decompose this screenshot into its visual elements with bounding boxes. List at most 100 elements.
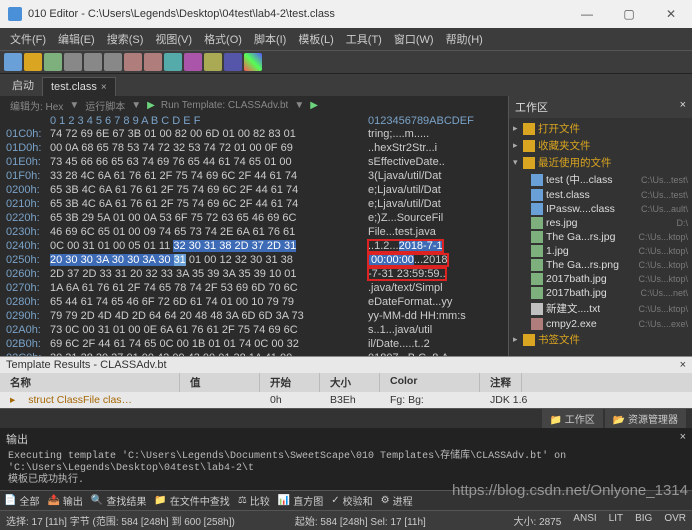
hex-icon[interactable] bbox=[224, 53, 242, 71]
hex-row[interactable]: 02A0h:73 0C 00 31 01 00 0E 6A 61 76 61 2… bbox=[6, 323, 508, 337]
maximize-button[interactable]: ▢ bbox=[608, 0, 650, 28]
file-icon bbox=[531, 189, 543, 201]
runscript-arrow[interactable]: ▼ bbox=[131, 100, 141, 111]
hex-rows[interactable]: 01C0h:74 72 69 6E 67 3B 01 00 82 00 6D 0… bbox=[6, 127, 508, 356]
bottomtab-all[interactable]: 📄 全部 bbox=[4, 493, 39, 508]
save-icon[interactable] bbox=[44, 53, 62, 71]
menu-help[interactable]: 帮助(H) bbox=[440, 28, 489, 50]
status-big[interactable]: BIG bbox=[635, 513, 652, 528]
workspace-file-item[interactable]: 2017bath.jpgC:\Us....net\ bbox=[509, 286, 692, 300]
workspace-close-icon[interactable]: × bbox=[680, 99, 686, 115]
workspace-file-item[interactable]: The Ga...rs.pngC:\Us...ktop\ bbox=[509, 258, 692, 272]
workspace-title-text: 工作区 bbox=[515, 99, 548, 115]
menu-search[interactable]: 搜索(S) bbox=[101, 28, 150, 50]
menu-format[interactable]: 格式(O) bbox=[198, 28, 248, 50]
output-body[interactable]: Executing template 'C:\Users\Legends\Doc… bbox=[6, 447, 686, 487]
workspace-file-item[interactable]: IPassw....classC:\Us...ault\ bbox=[509, 202, 692, 216]
close-button[interactable]: ✕ bbox=[650, 0, 692, 28]
hex-row[interactable]: 0280h:65 44 61 74 65 46 6F 72 6D 61 74 0… bbox=[6, 295, 508, 309]
launch-label[interactable]: 启动 bbox=[4, 74, 42, 96]
paste-icon[interactable] bbox=[104, 53, 122, 71]
workspace-body: ▸打开文件 ▸收藏夹文件 ▾最近使用的文件 test (中...classC:\… bbox=[509, 118, 692, 350]
ws-open-files[interactable]: ▸打开文件 bbox=[509, 120, 692, 137]
bottomtab-findfile[interactable]: 📁 在文件中查找 bbox=[154, 493, 229, 508]
file-tabbar: 启动 test.class × bbox=[0, 74, 692, 96]
bottomtab-compare[interactable]: ⚖ 比较 bbox=[238, 493, 270, 508]
hex-row[interactable]: 01C0h:74 72 69 6E 67 3B 01 00 82 00 6D 0… bbox=[6, 127, 508, 141]
bottomtab-findres[interactable]: 🔍 查找结果 bbox=[91, 493, 146, 508]
status-ovr[interactable]: OVR bbox=[664, 513, 686, 528]
hex-row[interactable]: 01D0h:00 0A 68 65 78 53 74 72 32 53 74 7… bbox=[6, 141, 508, 155]
status-ansi[interactable]: ANSI bbox=[573, 513, 596, 528]
workspace-file-item[interactable]: test.classC:\Us...test\ bbox=[509, 188, 692, 202]
ws-bookmark-files[interactable]: ▸书签文件 bbox=[509, 331, 692, 348]
ws-fav-files[interactable]: ▸收藏夹文件 bbox=[509, 137, 692, 154]
menu-window[interactable]: 窗口(W) bbox=[388, 28, 440, 50]
menu-template[interactable]: 模板(L) bbox=[292, 28, 339, 50]
copy-icon[interactable] bbox=[84, 53, 102, 71]
hex-row[interactable]: 0260h:2D 37 2D 33 31 20 32 33 3A 35 39 3… bbox=[6, 267, 508, 281]
workspace-file-item[interactable]: test (中...classC:\Us...test\ bbox=[509, 171, 692, 188]
output-close[interactable]: × bbox=[680, 431, 686, 447]
window-controls: — ▢ ✕ bbox=[566, 0, 692, 28]
menu-script[interactable]: 脚本(I) bbox=[248, 28, 292, 50]
redo-icon[interactable] bbox=[144, 53, 162, 71]
hex-row[interactable]: 0240h:0C 00 31 01 00 05 01 11 32 30 31 3… bbox=[6, 239, 508, 253]
palette-icon[interactable] bbox=[244, 53, 262, 71]
status-size: 大小: 2875 bbox=[513, 513, 561, 528]
template-results-close[interactable]: × bbox=[680, 359, 686, 371]
hex-row[interactable]: 01F0h:33 28 4C 6A 61 76 61 2F 75 74 69 6… bbox=[6, 169, 508, 183]
bottomtab-process[interactable]: ⚙ 进程 bbox=[381, 493, 413, 508]
runtemplate-arrow[interactable]: ▼ bbox=[294, 100, 304, 111]
folder-icon bbox=[523, 157, 535, 169]
runtemplate-label[interactable]: Run Template: CLASSAdv.bt bbox=[161, 100, 288, 111]
tab-close-icon[interactable]: × bbox=[101, 82, 107, 93]
status-lit[interactable]: LIT bbox=[609, 513, 623, 528]
bottomtab-checksum[interactable]: ✓ 校验和 bbox=[331, 493, 372, 508]
menu-edit[interactable]: 编辑(E) bbox=[52, 28, 101, 50]
menu-tools[interactable]: 工具(T) bbox=[340, 28, 388, 50]
ws-recent-files[interactable]: ▾最近使用的文件 bbox=[509, 154, 692, 171]
ascii-header: 0123456789ABCDEF bbox=[368, 115, 474, 127]
editas-label[interactable]: 编辑为: Hex bbox=[10, 98, 63, 113]
workspace-file-item[interactable]: 1.jpgC:\Us...ktop\ bbox=[509, 244, 692, 258]
cut-icon[interactable] bbox=[64, 53, 82, 71]
replace-icon[interactable] bbox=[184, 53, 202, 71]
tab-testclass[interactable]: test.class × bbox=[42, 77, 116, 96]
hex-row[interactable]: 02B0h:69 6C 2F 44 61 74 65 0C 00 1B 01 0… bbox=[6, 337, 508, 351]
workspace-file-item[interactable]: 2017bath.jpgC:\Us...ktop\ bbox=[509, 272, 692, 286]
menu-file[interactable]: 文件(F) bbox=[4, 28, 52, 50]
folder-icon bbox=[523, 140, 535, 152]
runscript-label[interactable]: 运行脚本 bbox=[85, 98, 125, 113]
hex-row[interactable]: 01E0h:73 45 66 66 65 63 74 69 76 65 44 6… bbox=[6, 155, 508, 169]
hex-row[interactable]: 0250h:20 30 30 3A 30 30 3A 30 31 01 00 1… bbox=[6, 253, 508, 267]
hex-row[interactable]: 0210h:65 3B 4C 6A 61 76 61 2F 75 74 69 6… bbox=[6, 197, 508, 211]
find-icon[interactable] bbox=[164, 53, 182, 71]
open-icon[interactable] bbox=[24, 53, 42, 71]
undo-icon[interactable] bbox=[124, 53, 142, 71]
new-icon[interactable] bbox=[4, 53, 22, 71]
hex-row[interactable]: 0200h:65 3B 4C 6A 61 76 61 2F 75 74 69 6… bbox=[6, 183, 508, 197]
hex-row[interactable]: 0290h:79 79 2D 4D 4D 2D 64 64 20 48 48 3… bbox=[6, 309, 508, 323]
menu-view[interactable]: 视图(V) bbox=[149, 28, 198, 50]
hex-row[interactable]: 0230h:46 69 6C 65 01 00 09 74 65 73 74 2… bbox=[6, 225, 508, 239]
play-icon-2[interactable]: ▶ bbox=[310, 100, 318, 111]
template-results-row[interactable]: ▸ struct ClassFile clas… 0h B3Eh Fg: Bg:… bbox=[0, 392, 692, 408]
workspace-file-item[interactable]: The Ga...rs.jpgC:\Us...ktop\ bbox=[509, 230, 692, 244]
editas-arrow[interactable]: ▼ bbox=[69, 100, 79, 111]
hex-row[interactable]: 02C0h:30 31 38 30 37 01 00 42 09 43 00 0… bbox=[6, 351, 508, 356]
hex-row[interactable]: 0270h:1A 6A 61 76 61 2F 74 65 78 74 2F 5… bbox=[6, 281, 508, 295]
tab-workspace[interactable]: 📁 工作区 bbox=[542, 409, 603, 428]
workspace-file-item[interactable]: cmpy2.exeC:\Us....exe\ bbox=[509, 317, 692, 331]
bottomtab-histogram[interactable]: 📊 直方图 bbox=[278, 493, 323, 508]
workspace-file-item[interactable]: res.jpgD:\ bbox=[509, 216, 692, 230]
bottomtab-output[interactable]: 📤 输出 bbox=[47, 493, 82, 508]
hex-row[interactable]: 0220h:65 3B 29 5A 01 00 0A 53 6F 75 72 6… bbox=[6, 211, 508, 225]
workspace-file-item[interactable]: 新建文....txtC:\Us...ktop\ bbox=[509, 300, 692, 317]
main-area: 编辑为: Hex ▼ 运行脚本 ▼ ▶ Run Template: CLASSA… bbox=[0, 96, 692, 356]
play-icon[interactable]: ▶ bbox=[147, 100, 155, 111]
goto-icon[interactable] bbox=[204, 53, 222, 71]
status-selection: 选择: 17 [11h] 字节 (范围: 584 [248h] 到 600 [2… bbox=[6, 513, 235, 528]
minimize-button[interactable]: — bbox=[566, 0, 608, 28]
tab-explorer[interactable]: 📂 资源管理器 bbox=[605, 409, 686, 428]
